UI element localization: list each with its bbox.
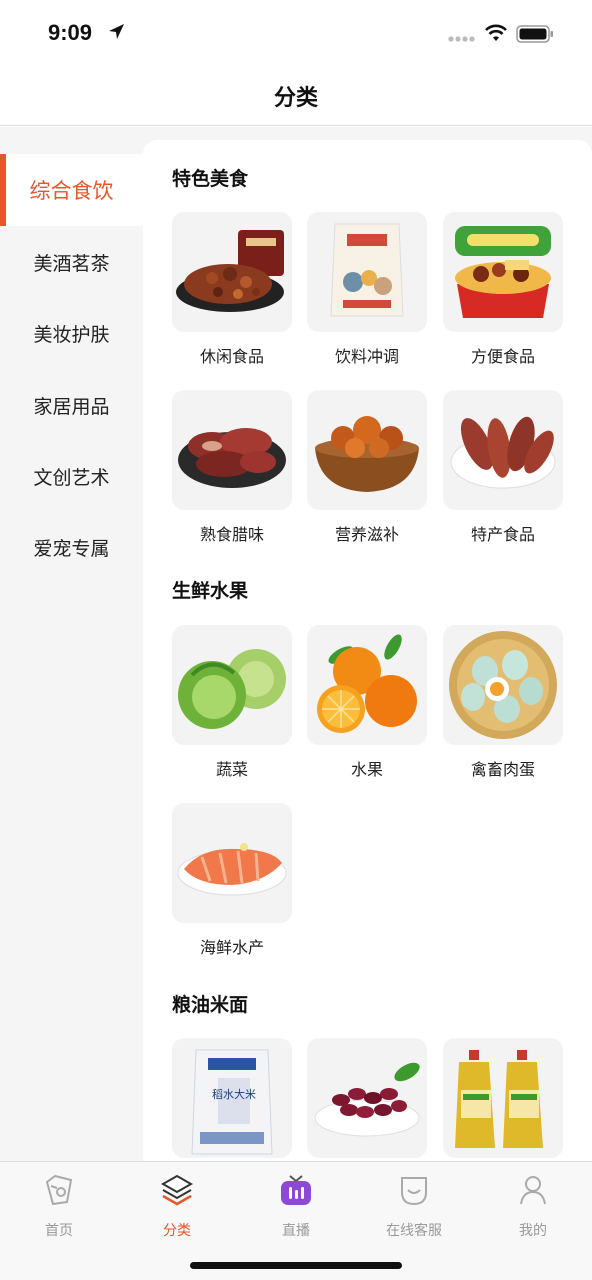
location-arrow-icon [109,24,124,39]
sidebar-item-label: 综合食饮 [29,179,114,203]
category-icon [160,1174,194,1206]
category-sidebar: 综合食饮 美酒茗茶 美妆护肤 家居用品 文创艺术 爱宠专属 [0,127,143,1161]
tab-label: 我的 [519,1223,547,1239]
sweet-potato-image [443,390,563,510]
tab-label: 首页 [45,1223,73,1239]
battery-icon [516,25,553,43]
category-tile[interactable]: 稻水大米 [172,1038,292,1161]
sidebar-item-wine-tea[interactable]: 美酒茗茶 [0,226,143,298]
salmon-image [172,803,292,923]
tab-customer-service[interactable]: 在线客服 [355,1170,473,1240]
tile-label: 水果 [350,760,383,779]
page-title: 分类 [273,85,318,111]
red-beans-image [307,1038,427,1158]
category-tile[interactable]: 禽畜肉蛋 [443,625,563,795]
home-icon [45,1174,73,1206]
customer-service-icon [401,1177,427,1206]
tile-label: 饮料冲调 [334,347,399,366]
tile-label: 熟食腊味 [199,525,264,544]
category-tile[interactable]: 休闲食品 [172,212,292,382]
tab-live[interactable]: 直播 [237,1170,355,1240]
cabbage-image [172,625,292,745]
category-tile[interactable]: 水果 [307,625,427,795]
tab-category[interactable]: 分类 [118,1170,236,1240]
nutrition-image [307,390,427,510]
signal-dots-icon [448,36,475,42]
tile-label: 海鲜水产 [199,938,264,957]
category-content: 特色美食 休闲食品 饮料冲调 方便食品 熟食腊味 营养滋补 特产食品 生鲜水果 … [143,140,592,1161]
home-indicator [190,1262,402,1269]
tile-label: 营养滋补 [334,525,399,544]
sidebar-item-label: 爱宠专属 [33,537,110,560]
cured-meat-image [172,390,292,510]
live-tv-icon [281,1175,311,1205]
drink-mix-image [307,212,427,332]
category-tile[interactable] [307,1038,427,1161]
tab-label: 在线客服 [386,1223,442,1239]
instant-food-image [443,212,563,332]
category-tile[interactable] [443,1038,563,1161]
snack-image [172,212,292,332]
sidebar-item-food-drink[interactable]: 综合食饮 [0,154,143,226]
category-tile[interactable]: 熟食腊味 [172,390,292,560]
sidebar-item-label: 美酒茗茶 [33,252,110,275]
nav-bar: 分类 [0,66,592,126]
tile-label: 禽畜肉蛋 [470,760,535,779]
status-time: 9:09 [48,20,93,45]
tab-label: 分类 [163,1223,191,1239]
rice-bag-image: 稻水大米 [172,1038,292,1158]
tab-home[interactable]: 首页 [0,1170,118,1240]
section-title: 粮油米面 [172,994,249,1016]
sidebar-item-label: 文创艺术 [33,466,110,489]
category-tile[interactable]: 饮料冲调 [307,212,427,382]
sidebar-item-label: 美妆护肤 [33,323,110,346]
sidebar-item-label: 家居用品 [33,395,110,418]
tile-label: 方便食品 [470,347,535,366]
sidebar-item-beauty[interactable]: 美妆护肤 [0,297,143,369]
category-tile[interactable]: 方便食品 [443,212,563,382]
category-tile[interactable]: 营养滋补 [307,390,427,560]
category-tile[interactable]: 蔬菜 [172,625,292,795]
orange-image [307,625,427,745]
tile-label: 休闲食品 [199,347,264,366]
sidebar-item-arts[interactable]: 文创艺术 [0,440,143,512]
eggs-image [443,625,563,745]
tab-label: 直播 [282,1223,310,1239]
rice-bag-text: 稻水大米 [212,1087,256,1101]
tile-label: 蔬菜 [215,760,248,779]
tile-label: 特产食品 [470,525,535,544]
tab-profile[interactable]: 我的 [474,1170,592,1240]
sidebar-item-home[interactable]: 家居用品 [0,369,143,441]
section-title: 生鲜水果 [172,580,249,602]
category-tile[interactable]: 特产食品 [443,390,563,560]
section-title: 特色美食 [172,168,249,190]
wifi-icon [485,24,507,41]
status-bar: 9:09 [0,0,592,66]
oil-bottles-image [443,1038,563,1158]
sidebar-item-pets[interactable]: 爱宠专属 [0,511,143,583]
category-tile[interactable]: 海鲜水产 [172,803,292,973]
profile-icon [520,1176,546,1205]
